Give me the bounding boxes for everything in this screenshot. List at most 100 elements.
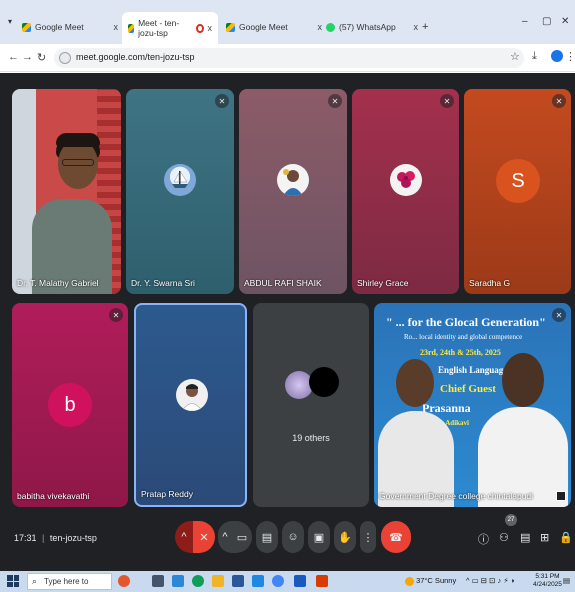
- teams-icon[interactable]: [172, 575, 184, 587]
- emoji-icon: ☺: [287, 531, 299, 543]
- taskbar-clock[interactable]: 5:31 PM 4/24/2025: [533, 573, 562, 589]
- audio-options-chevron-button[interactable]: ^: [175, 521, 193, 553]
- bookmark-star-icon[interactable]: ☆: [510, 50, 520, 63]
- microphone-off-button[interactable]: ✕: [193, 521, 215, 553]
- participant-tile-babitha[interactable]: ✕ b babitha vivekavathi: [12, 303, 128, 507]
- tab-meet-ten-jozu-tsp[interactable]: Meet - ten-jozu-tsp x: [122, 12, 218, 44]
- meeting-info-icon[interactable]: ⓘ: [478, 531, 489, 547]
- person-photo-icon: [283, 169, 303, 196]
- rose-icon: [397, 171, 415, 188]
- close-tab-icon[interactable]: x: [114, 22, 119, 32]
- banner-line-3: 23rd, 24th & 25th, 2025: [420, 348, 501, 357]
- meeting-time: 17:31: [14, 533, 37, 543]
- pin-tile-icon[interactable]: [556, 491, 566, 501]
- person-photo-icon: [181, 384, 203, 411]
- site-info-icon[interactable]: [59, 52, 71, 64]
- letter-avatar: b: [48, 383, 92, 427]
- participant-tile-swarna[interactable]: ✕ Dr. Y. Swarna Sri: [126, 89, 234, 294]
- captions-button[interactable]: ▤: [256, 521, 278, 553]
- activities-icon[interactable]: ⊞: [540, 531, 549, 544]
- participant-tile-abdul-rafi[interactable]: ✕ ABDUL RAFI SHAIK: [239, 89, 347, 294]
- close-window-button[interactable]: ✕: [561, 16, 569, 27]
- browser-tab-strip: ▾ Google Meet x Meet - ten-jozu-tsp x Go…: [0, 0, 575, 44]
- tab-search-chevron-icon[interactable]: ▾: [8, 17, 12, 26]
- participant-tile-pratap[interactable]: Pratap Reddy: [134, 303, 247, 507]
- flowers-photo-avatar: [390, 164, 422, 196]
- close-tab-icon[interactable]: x: [318, 22, 323, 32]
- people-icon[interactable]: ⚇: [499, 531, 509, 544]
- participant-name: Government Degree college chintalapudi: [379, 491, 534, 501]
- mic-off-icon: ✕: [552, 308, 566, 322]
- outlook-icon[interactable]: [294, 575, 306, 587]
- host-controls-lock-icon[interactable]: 🔒: [559, 531, 573, 544]
- downloads-icon[interactable]: ⤓: [532, 50, 537, 63]
- task-view-icon[interactable]: [152, 575, 164, 587]
- minimize-window-button[interactable]: –: [522, 16, 528, 27]
- meet-stage: Dr. T. Malathy Gabriel ✕ Dr. Y. Swarna S…: [0, 73, 575, 571]
- search-icon: ⌕: [32, 576, 38, 586]
- participant-hair-top: [56, 133, 100, 147]
- participant-name: ABDUL RAFI SHAIK: [244, 278, 322, 288]
- recording-indicator-icon: [196, 23, 204, 33]
- system-tray-icons[interactable]: ^ ▭ ⊟ ⊡ ♪ ⚡ ◗: [466, 576, 515, 585]
- present-screen-button[interactable]: ▣: [308, 521, 330, 553]
- more-options-button[interactable]: ⋮: [360, 521, 376, 553]
- emoji-reactions-button[interactable]: ☺: [282, 521, 304, 553]
- participant-name: Saradha G: [469, 278, 511, 288]
- participant-tile-others[interactable]: 19 others: [253, 303, 369, 507]
- notifications-icon[interactable]: ▤: [563, 576, 570, 585]
- address-bar[interactable]: meet.google.com/ten-jozu-tsp: [54, 48, 524, 68]
- windows-start-icon[interactable]: [7, 575, 19, 587]
- close-tab-icon[interactable]: x: [414, 22, 419, 32]
- cortana-widget-icon[interactable]: [118, 575, 130, 587]
- google-meet-favicon-icon: [226, 22, 235, 32]
- others-count-label: 19 others: [292, 433, 330, 443]
- tab-whatsapp[interactable]: (57) WhatsApp x: [326, 16, 418, 38]
- mic-off-icon: ✕: [552, 94, 566, 108]
- url-text: meet.google.com/ten-jozu-tsp: [76, 52, 195, 62]
- browser-menu-icon[interactable]: ⋮: [565, 50, 575, 63]
- camera-icon: ▭: [236, 531, 248, 544]
- leave-call-button[interactable]: ☎: [381, 521, 411, 553]
- file-explorer-icon[interactable]: [212, 575, 224, 587]
- mic-off-icon: ✕: [215, 94, 229, 108]
- tab-google-meet-1[interactable]: Google Meet x: [22, 16, 118, 38]
- present-icon: ▣: [313, 531, 325, 544]
- mic-off-icon: ✕: [199, 531, 209, 544]
- close-tab-icon[interactable]: x: [208, 23, 213, 33]
- windows-taskbar: ⌕ Type here to search 37°C Sunny ^ ▭ ⊟ ⊡…: [0, 571, 575, 592]
- chat-icon[interactable]: ▤: [520, 531, 530, 544]
- meeting-details[interactable]: 17:31 | ten-jozu-tsp: [14, 533, 97, 543]
- participant-tile-malathy[interactable]: Dr. T. Malathy Gabriel: [12, 89, 121, 294]
- banner-line-5: Chief Guest: [440, 383, 496, 395]
- video-options-chevron-button[interactable]: ^: [218, 521, 232, 553]
- phone-hangup-icon: ☎: [389, 531, 403, 544]
- person-photo-avatar: [277, 164, 309, 196]
- tab-google-meet-2[interactable]: Google Meet x: [226, 16, 322, 38]
- participant-tile-shirley[interactable]: ✕ Shirley Grace: [352, 89, 459, 294]
- mic-off-icon: ✕: [109, 308, 123, 322]
- weather-widget[interactable]: 37°C Sunny: [405, 576, 456, 586]
- forward-arrow-icon[interactable]: →: [22, 51, 33, 63]
- edge-icon[interactable]: [192, 575, 204, 587]
- person-left-face: [396, 359, 434, 407]
- chrome-icon[interactable]: [272, 575, 284, 587]
- hand-icon: ✋: [338, 531, 352, 544]
- word-icon[interactable]: [252, 575, 264, 587]
- participant-tile-saradha[interactable]: ✕ S Saradha G: [464, 89, 571, 294]
- raise-hand-button[interactable]: ✋: [334, 521, 356, 553]
- captions-icon: ▤: [261, 531, 273, 544]
- new-tab-button[interactable]: +: [422, 16, 428, 38]
- store-icon[interactable]: [232, 575, 244, 587]
- participant-tile-government-college[interactable]: ✕ " ... for the Glocal Generation" Ro...…: [374, 303, 571, 507]
- profile-avatar[interactable]: [551, 50, 563, 62]
- participant-name: Pratap Reddy: [141, 489, 193, 499]
- restore-window-button[interactable]: ▢: [542, 16, 551, 27]
- letter-avatar: S: [496, 159, 540, 203]
- reload-icon[interactable]: ↻: [37, 51, 46, 64]
- powerpoint-icon[interactable]: [316, 575, 328, 587]
- camera-button[interactable]: ▭: [232, 521, 252, 553]
- ship-icon: [172, 171, 188, 188]
- taskbar-search-input[interactable]: ⌕ Type here to search: [27, 573, 112, 590]
- back-arrow-icon[interactable]: ←: [8, 51, 19, 63]
